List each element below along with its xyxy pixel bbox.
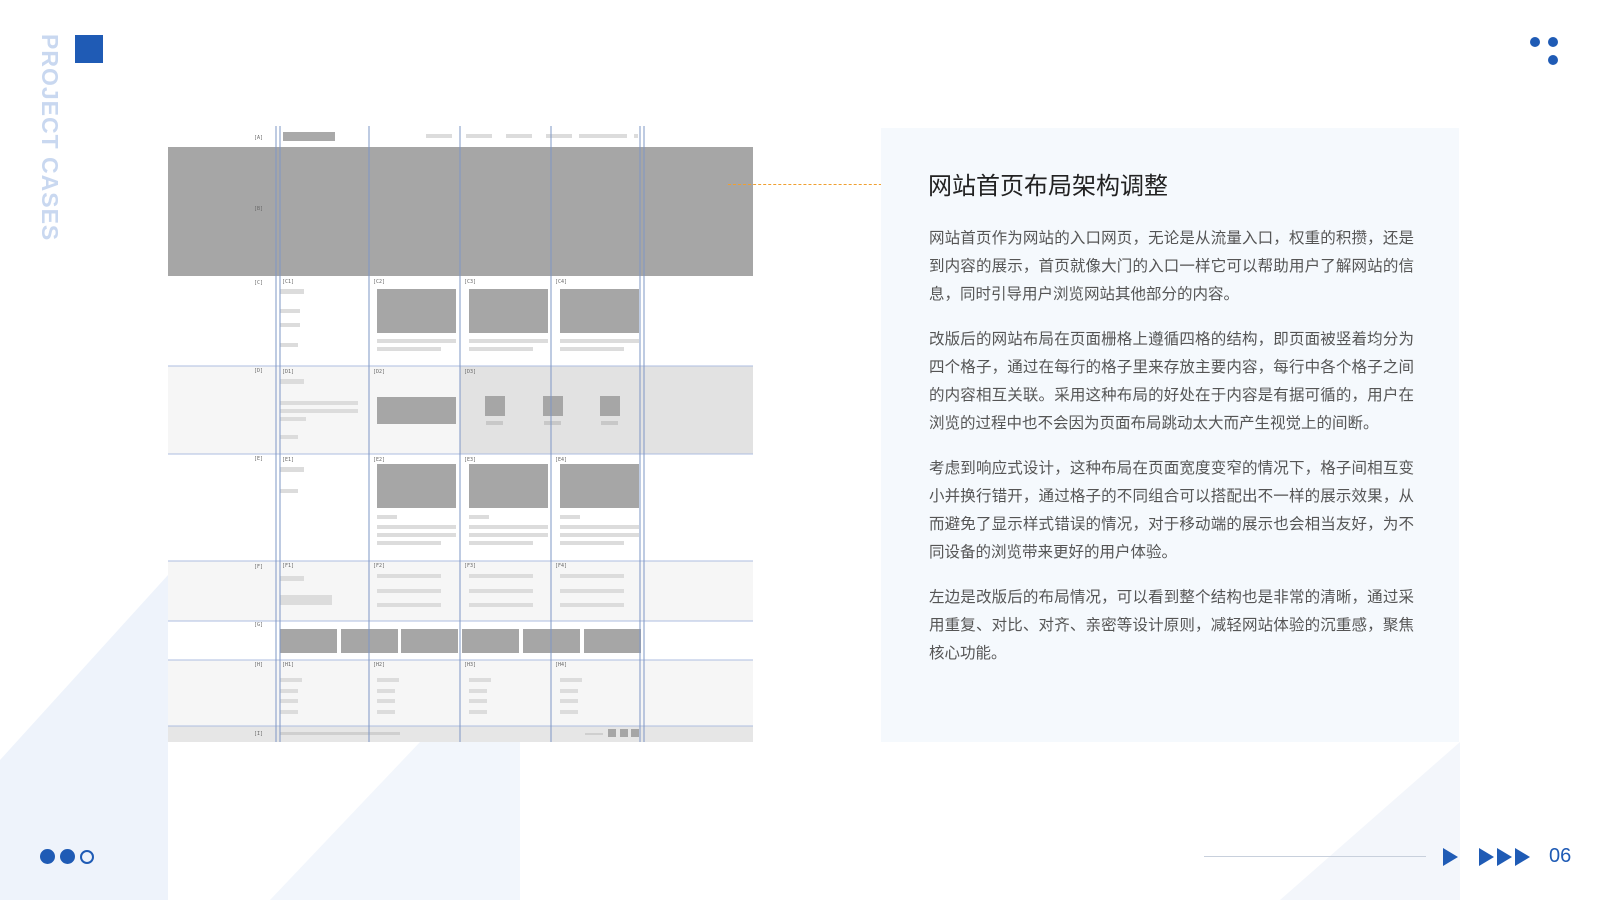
side-label: PROJECT CASES bbox=[37, 34, 63, 242]
wire-label: [E2] bbox=[373, 457, 385, 463]
wire-label: [D1] bbox=[282, 369, 294, 375]
wire-label: [I] bbox=[254, 731, 263, 737]
wire-label: [D2] bbox=[373, 369, 385, 375]
wire-label: [H3] bbox=[464, 662, 476, 668]
wire-label: [H4] bbox=[555, 662, 567, 668]
wire-label: [F4] bbox=[555, 563, 567, 569]
panel-body: 网站首页作为网站的入口网页，无论是从流量入口，权重的积攒，还是到内容的展示，首页… bbox=[929, 224, 1414, 684]
wire-label: [D] bbox=[254, 368, 263, 374]
wire-label: [F2] bbox=[373, 563, 385, 569]
play-icon bbox=[1479, 848, 1494, 866]
page-number: 06 bbox=[1549, 845, 1572, 867]
wire-label: [F3] bbox=[464, 563, 476, 569]
paragraph: 考虑到响应式设计，这种布局在页面宽度变窄的情况下，格子间相互变小并换行错开，通过… bbox=[929, 459, 1414, 561]
dots-decoration-top-right bbox=[1530, 37, 1562, 67]
wire-label: [C] bbox=[254, 280, 263, 286]
wire-label: [A] bbox=[254, 135, 263, 141]
wire-label: [C1] bbox=[282, 279, 294, 285]
play-icon bbox=[1515, 848, 1530, 866]
wire-label: [E3] bbox=[464, 457, 476, 463]
dots-decoration-bottom-left bbox=[40, 849, 99, 865]
paragraph: 左边是改版后的布局情况，可以看到整个结构也是非常的清晰，通过采用重复、对比、对齐… bbox=[929, 588, 1414, 662]
corner-square bbox=[75, 35, 103, 63]
wire-label: [F] bbox=[254, 564, 263, 570]
wire-label: [E4] bbox=[555, 457, 567, 463]
wire-label: [G] bbox=[254, 622, 263, 628]
paragraph: 网站首页作为网站的入口网页，无论是从流量入口，权重的积攒，还是到内容的展示，首页… bbox=[929, 229, 1414, 303]
footer-line bbox=[1204, 856, 1426, 857]
wire-label: [H2] bbox=[373, 662, 385, 668]
wire-logo bbox=[283, 132, 335, 141]
wire-label: [H1] bbox=[282, 662, 294, 668]
wire-label: [B] bbox=[254, 206, 263, 212]
wire-label: [E] bbox=[254, 456, 263, 462]
play-icon bbox=[1443, 848, 1458, 866]
wire-label: [E1] bbox=[282, 457, 294, 463]
wire-label: [C3] bbox=[464, 279, 476, 285]
layout-wireframe: [A] [B] [C] [D] [E] [F] [G] [H] [I] [C1]… bbox=[168, 126, 753, 742]
paragraph: 改版后的网站布局在页面栅格上遵循四格的结构，即页面被竖着均分为四个格子，通过在每… bbox=[929, 330, 1414, 432]
wire-label: [H] bbox=[254, 662, 263, 668]
wire-label: [D3] bbox=[464, 369, 476, 375]
panel-title: 网站首页布局架构调整 bbox=[928, 172, 1168, 200]
play-icon bbox=[1497, 848, 1512, 866]
wire-label: [C4] bbox=[555, 279, 567, 285]
wire-label: [C2] bbox=[373, 279, 385, 285]
wire-label: [F1] bbox=[282, 563, 294, 569]
